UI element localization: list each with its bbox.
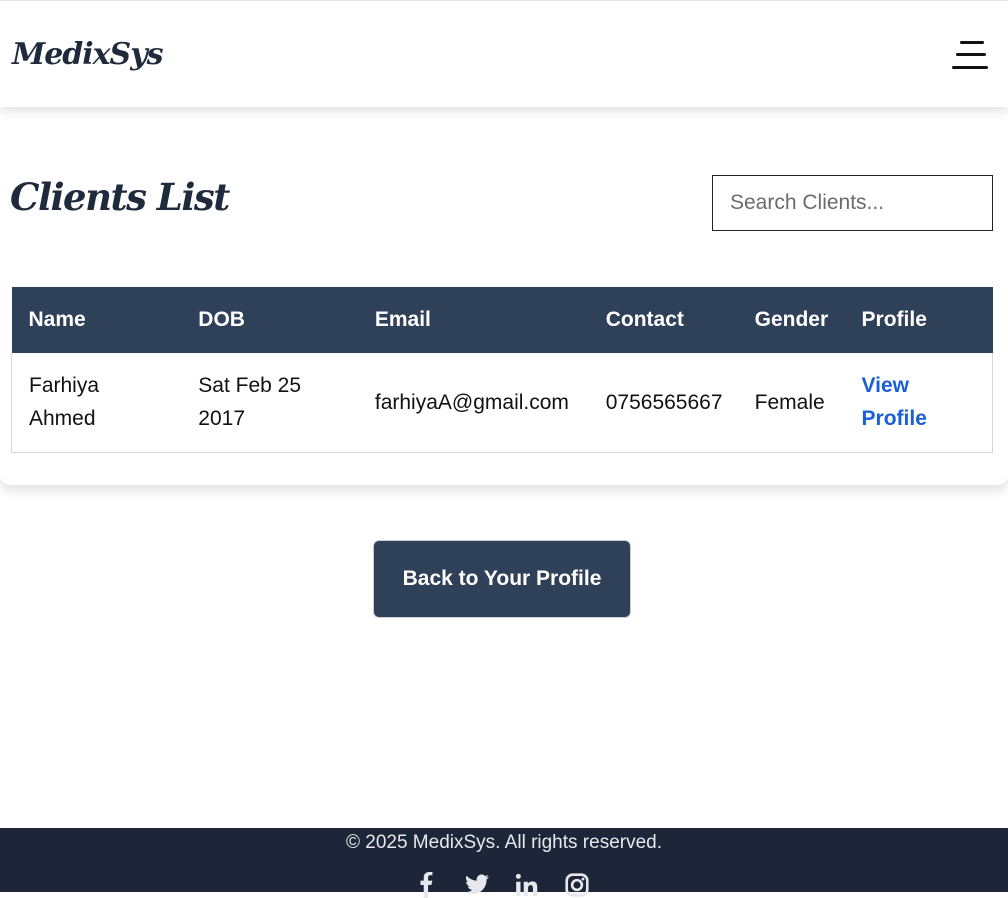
cell-contact: 0756565667 bbox=[588, 353, 738, 453]
column-header-name: Name bbox=[28, 308, 86, 331]
cell-dob: Sat Feb 25 2017 bbox=[181, 353, 358, 453]
footer: © 2025 MedixSys. All rights reserved. bbox=[0, 828, 1008, 898]
navbar: MedixSys bbox=[0, 0, 1008, 107]
cell-email: farhiyaA@gmail.com bbox=[357, 353, 589, 453]
column-header-profile: Profile bbox=[861, 308, 927, 331]
column-header-email: Email bbox=[374, 308, 431, 331]
table-row: Farhiya Ahmed Sat Feb 25 2017 farhiyaA@g… bbox=[11, 353, 993, 453]
copyright-text: © 2025 MedixSys. All rights reserved. bbox=[345, 832, 663, 853]
clients-card: Clients List Name DOB Email Contact Gend… bbox=[0, 107, 1008, 485]
cell-profile: View Profile bbox=[844, 353, 993, 453]
table-header: Name DOB Email Contact Gender Profile bbox=[11, 287, 993, 353]
search-input[interactable] bbox=[712, 175, 993, 231]
back-to-profile-button[interactable]: Back to Your Profile bbox=[373, 540, 631, 618]
brand-logo[interactable]: MedixSys bbox=[12, 37, 164, 72]
hamburger-menu-icon[interactable] bbox=[952, 39, 992, 73]
clients-table: Name DOB Email Contact Gender Profile Fa… bbox=[11, 287, 993, 453]
instagram-icon[interactable] bbox=[564, 872, 590, 898]
page-title: Clients List bbox=[10, 175, 230, 219]
cell-name: Farhiya Ahmed bbox=[11, 353, 182, 453]
linkedin-icon[interactable] bbox=[514, 872, 540, 898]
facebook-icon[interactable] bbox=[414, 872, 440, 898]
social-links bbox=[414, 872, 594, 898]
view-profile-link[interactable]: View Profile bbox=[862, 374, 927, 430]
column-header-dob: DOB bbox=[198, 308, 245, 331]
column-header-gender: Gender bbox=[754, 308, 829, 331]
twitter-icon[interactable] bbox=[464, 872, 490, 898]
cell-gender: Female bbox=[737, 353, 845, 453]
column-header-contact: Contact bbox=[605, 308, 684, 331]
